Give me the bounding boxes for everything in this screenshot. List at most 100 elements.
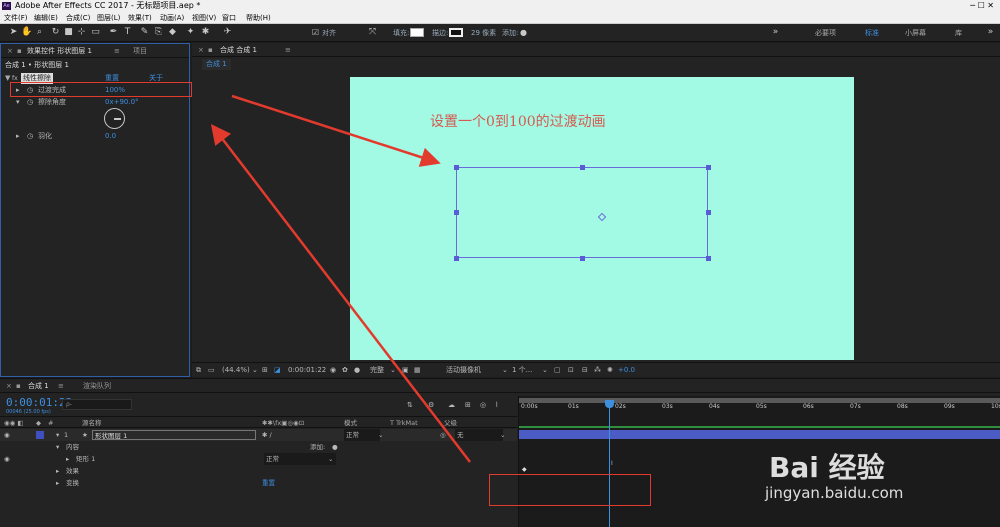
menu-composition[interactable]: 合成(C) (66, 12, 90, 24)
rotate-tool-icon[interactable]: ↻ (50, 27, 61, 38)
resolution[interactable]: 完整 (370, 363, 384, 377)
label-color-icon[interactable] (36, 431, 44, 439)
pan-behind-tool-icon[interactable]: ⊹ (76, 27, 87, 38)
camera-tool-icon[interactable]: ■ (63, 27, 74, 38)
workspace-menu-icon[interactable]: » (770, 27, 781, 38)
hand-tool-icon[interactable]: ✋ (21, 27, 32, 38)
monitor-icon[interactable]: ▭ (208, 363, 215, 377)
chevron-down-icon[interactable]: ⌄ (500, 429, 505, 441)
graph-editor-icon[interactable]: ⌇ (495, 401, 498, 409)
panel-menu-icon[interactable]: ≡ (58, 379, 64, 393)
menu-view[interactable]: 视图(V) (192, 12, 216, 24)
handle[interactable] (706, 210, 711, 215)
chevron-down-icon[interactable]: ⌄ (542, 363, 548, 377)
prop-wipe-angle[interactable]: ▾ ◷ 擦除角度 0x+90.0° (1, 96, 189, 109)
layer-mode[interactable]: 正常 (344, 429, 380, 441)
layer-search-input[interactable]: ρ- (62, 399, 132, 410)
chevron-down-icon[interactable]: ⌄ (502, 363, 508, 377)
snap-icon[interactable]: ⤧ (367, 27, 378, 38)
time-graph[interactable]: 0:00s01s02s03s04s05s06s07s08s09s10s ◆ I … (489, 396, 1000, 527)
exposure-icon[interactable]: ✺ (607, 363, 613, 377)
menu-file[interactable]: 文件(F) (4, 12, 28, 24)
trkmat-header[interactable]: T TrkMat (390, 418, 418, 428)
menu-window[interactable]: 窗口 (222, 12, 236, 24)
close-tab-icon[interactable]: × (198, 43, 204, 57)
prop-value[interactable]: 0.0 (105, 130, 116, 143)
shape-row[interactable]: ◉ ▸ 矩形 1 正常 ⌄ (0, 453, 517, 465)
puppet-tool-icon[interactable]: ✱ (200, 27, 211, 38)
align-checkbox-icon[interactable]: ☑ (310, 27, 321, 38)
overflow-icon[interactable]: » (985, 27, 996, 38)
add-button[interactable]: 添加: (310, 441, 325, 453)
layer-parent[interactable]: 无 (455, 429, 503, 441)
fast-preview-icon[interactable]: ⊡ (568, 363, 574, 377)
handle[interactable] (706, 165, 711, 170)
tab-timeline-comp[interactable]: 合成 1 (28, 379, 49, 393)
tab-composition[interactable]: 合成 合成 1 (220, 43, 257, 57)
toggle-pixel-icon[interactable]: ▢ (554, 363, 561, 377)
tab-project[interactable]: 项目 (133, 44, 147, 58)
collapse-arrow-icon[interactable]: ▸ (56, 477, 59, 489)
layer-duration-bar[interactable] (519, 430, 1000, 439)
type-tool-icon[interactable]: T (122, 27, 133, 38)
expand-arrow-icon[interactable]: ▾ (16, 96, 20, 109)
handle[interactable] (454, 256, 459, 261)
timeline-toggle-icon[interactable]: ⊟ (582, 363, 588, 377)
canvas[interactable]: 设置一个0到100的过渡动画 (350, 77, 854, 360)
clone-tool-icon[interactable]: ⎘ (153, 27, 164, 38)
brush-tool-icon[interactable]: ✎ (139, 27, 150, 38)
window-controls[interactable]: ─ ☐ ✕ (970, 0, 994, 12)
panel-menu-icon[interactable]: ≡ (285, 43, 291, 57)
fill-swatch[interactable] (410, 28, 424, 37)
shy-icon[interactable]: ☁ (448, 401, 455, 409)
show-snapshot-icon[interactable]: ✿ (342, 363, 348, 377)
expand-arrow-icon[interactable]: ▾ (56, 441, 59, 453)
expand-arrow-icon[interactable]: ▾ (56, 429, 59, 441)
lock-icon[interactable]: ▪ (208, 43, 213, 57)
menu-animation[interactable]: 动画(A) (160, 12, 184, 24)
add-icon[interactable]: ● (332, 441, 338, 453)
expand-arrow-icon[interactable]: ▸ (66, 453, 69, 465)
menu-effect[interactable]: 效果(T) (128, 12, 152, 24)
exposure-value[interactable]: +0.0 (618, 363, 635, 377)
handle[interactable] (580, 165, 585, 170)
pen-tool-icon[interactable]: ✒ (108, 27, 119, 38)
handle[interactable] (454, 210, 459, 215)
panel-menu-icon[interactable]: ≡ (114, 44, 120, 58)
layer-name[interactable]: 形状图层 1 (92, 430, 256, 440)
frame-blend-icon[interactable]: ⊞ (465, 401, 471, 409)
workspace-small-screen[interactable]: 小屏幕 (905, 24, 926, 42)
transform-row[interactable]: ▸ 变换 重置 (0, 477, 517, 489)
group-row[interactable]: ▾ 内容 添加: ● (0, 441, 517, 453)
keyframe-icon[interactable]: ◆ (522, 466, 527, 473)
comp-sub-tab[interactable]: 合成 1 (202, 59, 231, 70)
motion-blur-icon[interactable]: ◎ (480, 401, 486, 409)
eraser-tool-icon[interactable]: ◆ (167, 27, 178, 38)
shape-rectangle[interactable] (454, 165, 711, 261)
region-icon[interactable]: ▣ (402, 363, 409, 377)
keyframe-icon[interactable]: I (611, 460, 613, 467)
stroke-swatch[interactable] (449, 28, 463, 37)
eye-icon[interactable]: ◉ (4, 429, 10, 441)
lock-icon[interactable]: ▪ (17, 44, 22, 58)
close-tab-icon[interactable]: × (6, 379, 12, 393)
menu-layer[interactable]: 图层(L) (97, 12, 120, 24)
flowchart-icon[interactable]: ⁂ (594, 363, 601, 377)
handle[interactable] (706, 256, 711, 261)
layer-switches-icon[interactable]: ✱ / (262, 429, 272, 441)
layer-row[interactable]: ◉ ▾ 1 ★ 形状图层 1 ✱ / 正常 ⌄ ◎ 无 ⌄ (0, 429, 517, 441)
shape-mode[interactable]: 正常 (264, 453, 336, 465)
zoom-tool-icon[interactable]: ⌕ (34, 27, 45, 38)
camera-select[interactable]: 活动摄像机 (446, 363, 481, 377)
tab-effect-controls[interactable]: 效果控件 形状图层 1 (27, 44, 92, 58)
chevron-down-icon[interactable]: ⌄ (328, 453, 333, 465)
anchor-point-icon[interactable] (597, 212, 607, 222)
menu-help[interactable]: 帮助(H) (246, 12, 271, 24)
comp-mini-flowchart-icon[interactable]: ⇅ (407, 401, 413, 409)
collapse-arrow-icon[interactable]: ▸ (56, 465, 59, 477)
draft-3d-icon[interactable]: ⚙ (428, 401, 434, 409)
pin-tool-icon[interactable]: ✈ (222, 27, 233, 38)
rectangle-tool-icon[interactable]: ▭ (90, 27, 101, 38)
chevron-down-icon[interactable]: ⌄ (252, 363, 258, 377)
time-ruler[interactable]: 0:00s 01s 02s 03s 04s 05s 06s 07s 08s 09s 10s (519, 396, 1000, 414)
